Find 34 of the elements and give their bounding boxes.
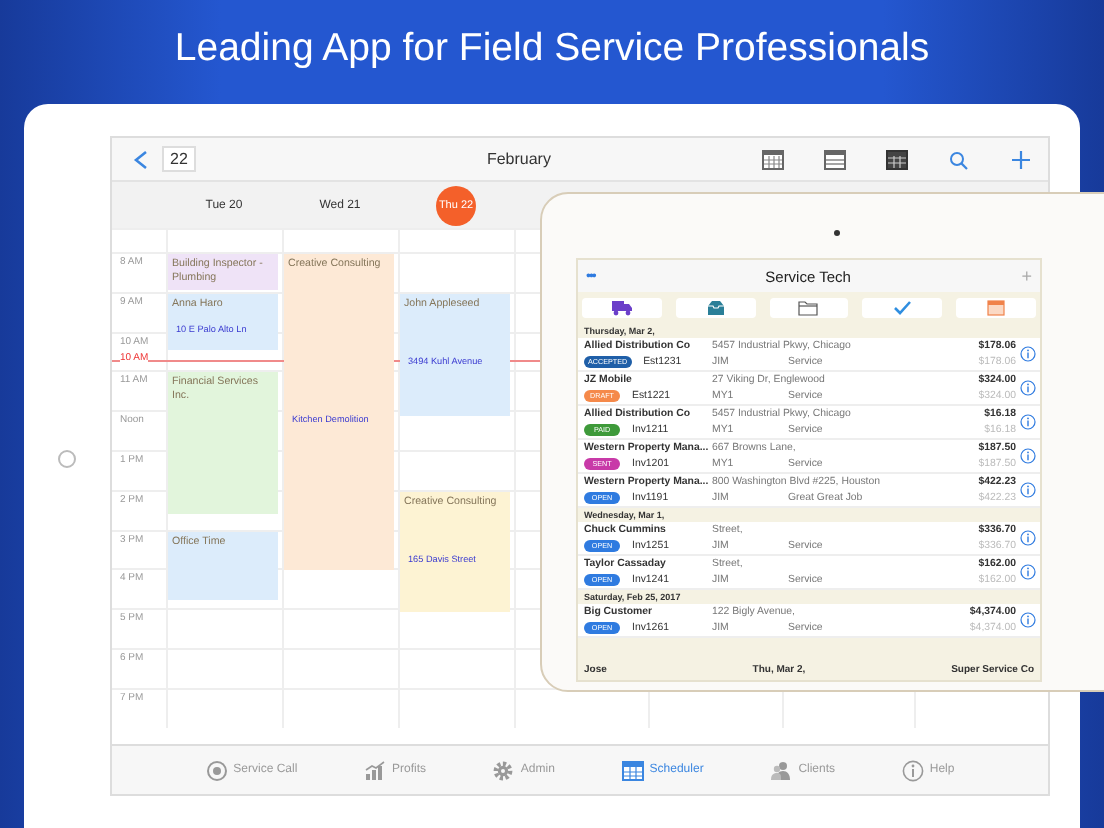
week-view-icon[interactable] bbox=[824, 149, 846, 169]
date-field[interactable]: 22 bbox=[162, 146, 196, 172]
info-icon[interactable] bbox=[1020, 414, 1036, 430]
info-icon bbox=[901, 759, 924, 781]
people-icon bbox=[770, 759, 793, 781]
checkmark-button[interactable] bbox=[862, 298, 943, 318]
info-icon[interactable] bbox=[1020, 612, 1036, 628]
folder-button[interactable] bbox=[769, 298, 849, 318]
folder-icon bbox=[798, 300, 819, 316]
calendar-button[interactable] bbox=[956, 298, 1036, 318]
info-icon[interactable] bbox=[1020, 564, 1036, 580]
info-icon[interactable] bbox=[1020, 482, 1036, 498]
camera-dot bbox=[834, 230, 840, 236]
month-title: February bbox=[484, 150, 553, 168]
info-icon[interactable] bbox=[1020, 530, 1036, 546]
info-icon[interactable] bbox=[1020, 380, 1036, 396]
headline: Leading App for Field Service Professionals bbox=[174, 25, 930, 71]
month-view-icon[interactable] bbox=[762, 149, 784, 169]
checkmark-icon bbox=[892, 300, 913, 316]
calendar-icon bbox=[621, 759, 644, 781]
bar-chart-icon bbox=[364, 759, 387, 781]
inbox-button[interactable] bbox=[675, 298, 756, 318]
search-icon[interactable] bbox=[948, 149, 970, 169]
info-icon[interactable] bbox=[1020, 448, 1036, 464]
day-view-icon[interactable] bbox=[886, 149, 908, 169]
target-icon bbox=[205, 759, 228, 781]
truck-icon bbox=[611, 300, 632, 316]
calendar-icon bbox=[986, 300, 1007, 316]
back-icon[interactable] bbox=[132, 149, 150, 169]
add-icon[interactable] bbox=[1010, 149, 1032, 169]
inbox-icon bbox=[705, 300, 726, 316]
truck-button[interactable] bbox=[582, 298, 662, 318]
settings-icon bbox=[492, 759, 515, 781]
info-icon[interactable] bbox=[1020, 346, 1036, 362]
